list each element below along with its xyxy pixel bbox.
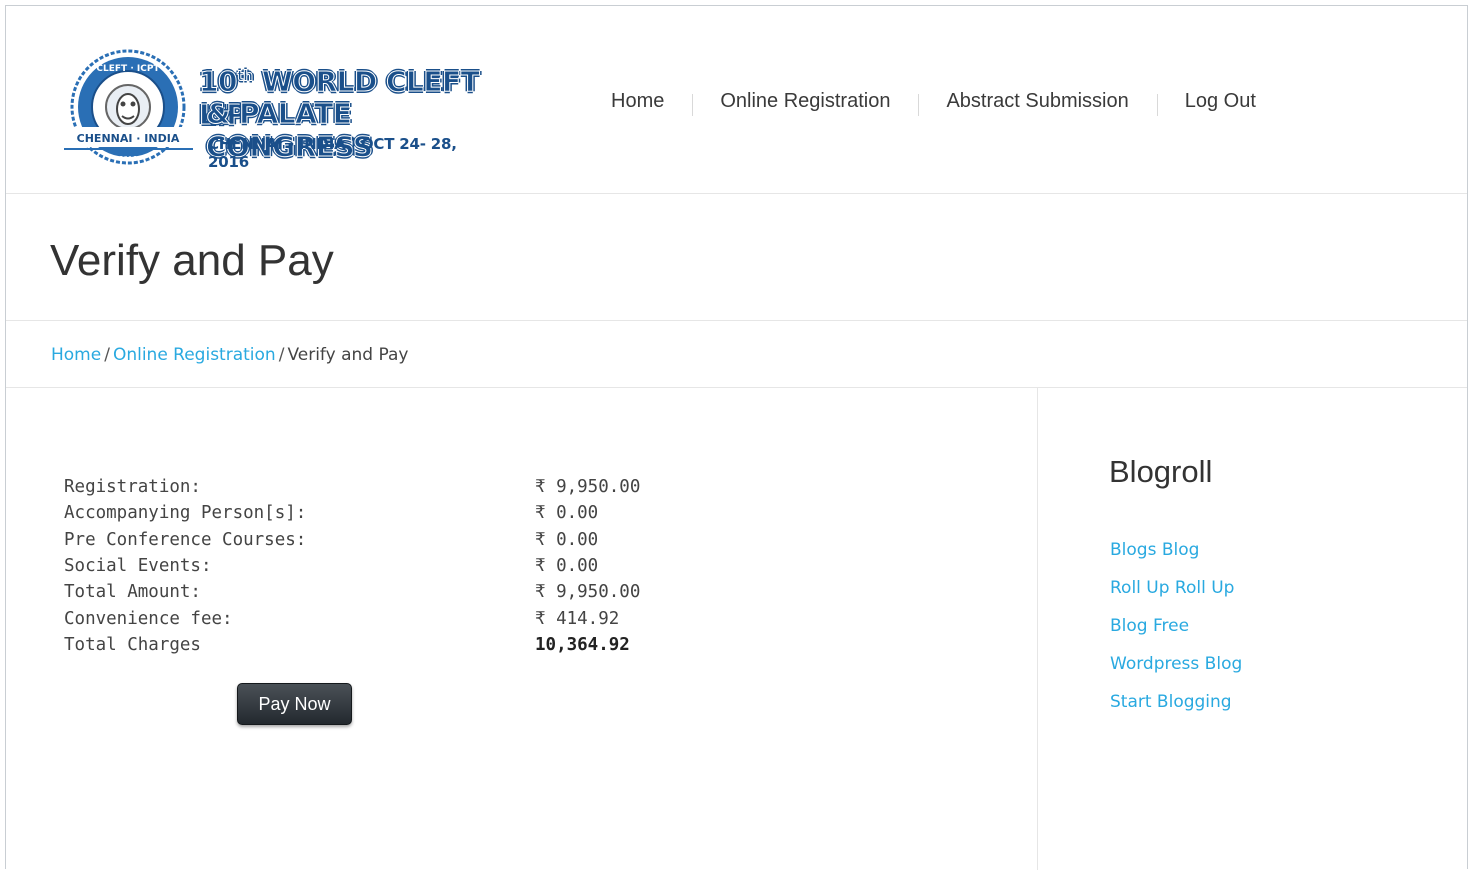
summary-row-social-events: Social Events: ₹ 0.00 (64, 553, 640, 579)
summary-label: Convenience fee: (64, 608, 233, 629)
summary-row-registration: Registration: ₹ 9,950.00 (64, 474, 640, 500)
nav-abstract-submission[interactable]: Abstract Submission (918, 90, 1156, 116)
summary-row-pre-conference: Pre Conference Courses: ₹ 0.00 (64, 527, 640, 553)
sidebar: Blogroll Blogs Blog Roll Up Roll Up Blog… (1039, 388, 1467, 870)
summary-row-total-amount: Total Amount: ₹ 9,950.00 (64, 579, 640, 605)
svg-text:2016: 2016 (119, 155, 137, 163)
summary-row-total-charges: Total Charges 10,364.92 (64, 632, 640, 658)
logo-subtitle: CHENNAI - INDIA | OCT 24- 28, 2016 (208, 135, 457, 171)
summary-value: ₹ 0.00 (535, 556, 599, 577)
summary-total-value: 10,364.92 (535, 634, 630, 655)
nav-online-registration[interactable]: Online Registration (692, 90, 918, 116)
breadcrumb-separator: / (104, 345, 110, 365)
summary-label: Total Charges (64, 634, 201, 655)
breadcrumb-online-registration[interactable]: Online Registration (113, 345, 276, 365)
breadcrumb-separator: / (278, 345, 285, 365)
congress-seal-icon: CHENNAI · INDIA 2016 CLEFT · ICPT (61, 49, 196, 165)
page-title-band: Verify and Pay (6, 194, 1467, 321)
blogroll-link-blog-free[interactable]: Blog Free (1110, 616, 1189, 636)
site-header: CHENNAI · INDIA 2016 CLEFT · ICPT 10th W… (6, 6, 1467, 194)
breadcrumb-home[interactable]: Home (51, 345, 101, 365)
summary-label: Total Amount: (64, 582, 201, 603)
blogroll-link-roll-up[interactable]: Roll Up Roll Up (1110, 578, 1234, 598)
summary-label: Registration: (64, 477, 201, 498)
main-content: Registration: ₹ 9,950.00 Accompanying Pe… (6, 388, 1038, 870)
summary-label: Pre Conference Courses: (64, 529, 307, 550)
nav-home[interactable]: Home (588, 90, 692, 113)
summary-label: Social Events: (64, 556, 212, 577)
blogroll-list: Blogs Blog Roll Up Roll Up Blog Free Wor… (1110, 540, 1242, 730)
breadcrumb-band: Home / Online Registration / Verify and Pay (6, 321, 1467, 388)
blogroll-link-wordpress-blog[interactable]: Wordpress Blog (1110, 654, 1242, 674)
summary-row-accompanying: Accompanying Person[s]: ₹ 0.00 (64, 500, 640, 526)
summary-value: ₹ 9,950.00 (535, 477, 641, 498)
summary-label: Accompanying Person[s]: (64, 503, 307, 524)
pay-now-button[interactable]: Pay Now (237, 683, 352, 725)
summary-value: ₹ 0.00 (535, 529, 599, 550)
congress-logo[interactable]: CHENNAI · INDIA 2016 CLEFT · ICPT 10th W… (61, 49, 501, 174)
payment-summary: Registration: ₹ 9,950.00 Accompanying Pe… (64, 474, 640, 658)
svg-text:CLEFT · ICPT: CLEFT · ICPT (96, 64, 160, 74)
nav-log-out[interactable]: Log Out (1156, 90, 1284, 116)
breadcrumb-current: Verify and Pay (287, 345, 409, 365)
blogroll-title: Blogroll (1109, 454, 1213, 489)
summary-row-convenience-fee: Convenience fee: ₹ 414.92 (64, 605, 640, 631)
page-frame: CHENNAI · INDIA 2016 CLEFT · ICPT 10th W… (5, 5, 1468, 870)
svg-text:CHENNAI · INDIA: CHENNAI · INDIA (77, 132, 180, 145)
blogroll-link-start-blogging[interactable]: Start Blogging (1110, 692, 1232, 712)
page-title: Verify and Pay (50, 236, 334, 285)
summary-value: ₹ 414.92 (535, 608, 620, 629)
summary-value: ₹ 9,950.00 (535, 582, 641, 603)
breadcrumb: Home / Online Registration / Verify and Pay (51, 345, 408, 365)
blogroll-link-blogs-blog[interactable]: Blogs Blog (1110, 540, 1199, 560)
main-nav: Home Online Registration Abstract Submis… (588, 86, 1284, 116)
summary-value: ₹ 0.00 (535, 503, 599, 524)
